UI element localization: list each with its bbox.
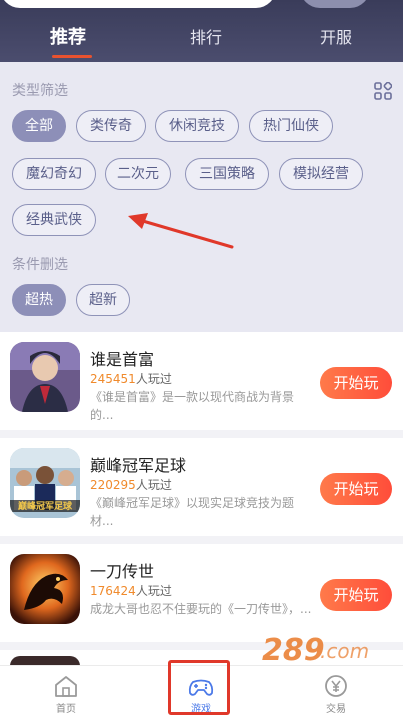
game-3-plays: 176424人玩过: [90, 584, 172, 598]
game-2-icon: 巅峰冠军足球: [10, 448, 80, 518]
search-bar[interactable]: [0, 0, 276, 8]
chip-legend[interactable]: 类传奇: [76, 110, 146, 142]
condition-filter-label: 条件删选: [12, 257, 68, 273]
game-row-2[interactable]: 巅峰冠军足球 巅峰冠军足球 220295人玩过 《巅峰冠军足球》以现实足球竞技为…: [0, 438, 403, 536]
divider: [0, 430, 403, 438]
tab-recommend[interactable]: 推荐: [50, 23, 86, 49]
filter-panel: 类型筛选 全部 类传奇 休闲竞技 热门仙侠 魔幻奇幻 二次元 三国策略 模拟经营…: [0, 62, 403, 332]
svg-text:289: 289: [262, 633, 325, 668]
chip-hot[interactable]: 超热: [12, 284, 66, 316]
tab-server-open[interactable]: 开服: [320, 24, 352, 48]
game-1-name: 谁是首富: [90, 350, 155, 369]
game-3-icon: [10, 554, 80, 624]
game-3-desc: 成龙大哥也忍不住要玩的《一刀传世》，...: [90, 602, 312, 616]
nav-trade-label: 交易: [326, 704, 346, 715]
chip-new[interactable]: 超新: [76, 284, 130, 316]
game-row-1[interactable]: 谁是首富 245451人玩过 《谁是首富》是一款以现代商战为背景的... 开始玩: [0, 332, 403, 430]
chip-three-kingdoms[interactable]: 三国策略: [185, 158, 269, 190]
game-3-play-button[interactable]: 开始玩: [320, 579, 392, 611]
chip-all[interactable]: 全部: [12, 110, 66, 142]
game-2-plays: 220295人玩过: [90, 478, 172, 492]
game-1-icon: [10, 342, 80, 412]
game-1-play-button[interactable]: 开始玩: [320, 367, 392, 399]
game-1-desc: 《谁是首富》是一款以现代商战为背景的...: [90, 390, 295, 422]
svg-text:巅峰冠军足球: 巅峰冠军足球: [17, 500, 73, 512]
home-icon: [55, 676, 77, 697]
chip-wuxia[interactable]: 经典武侠: [12, 204, 96, 236]
chip-xianxia[interactable]: 热门仙侠: [249, 110, 333, 142]
chip-fantasy[interactable]: 魔幻奇幻: [12, 158, 96, 190]
nav-trade[interactable]: 交易: [296, 666, 376, 717]
chip-casual-competitive[interactable]: 休闲竞技: [155, 110, 239, 142]
game-2-play-button[interactable]: 开始玩: [320, 473, 392, 505]
annotation-arrow-icon: [128, 213, 234, 249]
active-tab-indicator: [52, 55, 92, 58]
chip-simulation[interactable]: 模拟经营: [279, 158, 363, 190]
top-header: 推荐 排行 开服: [0, 0, 403, 62]
game-2-name: 巅峰冠军足球: [90, 456, 187, 475]
chip-anime[interactable]: 二次元: [105, 158, 171, 190]
yen-icon: [325, 675, 347, 697]
type-filter-label: 类型筛选: [12, 83, 68, 99]
divider: [0, 536, 403, 544]
game-2-desc: 《巅峰冠军足球》以现实足球竞技为题材...: [90, 496, 295, 528]
game-3-name: 一刀传世: [90, 562, 155, 581]
nav-home-label: 首页: [56, 704, 76, 715]
search-button[interactable]: [300, 0, 370, 8]
nav-home[interactable]: 首页: [26, 666, 106, 717]
annotation-highlight-box: [168, 660, 230, 715]
game-row-3[interactable]: 一刀传世 176424人玩过 成龙大哥也忍不住要玩的《一刀传世》，... 开始玩: [0, 544, 403, 642]
grid-toggle-icon[interactable]: [374, 82, 392, 100]
game-1-plays: 245451人玩过: [90, 372, 172, 386]
tab-ranking[interactable]: 排行: [190, 24, 222, 48]
svg-text:.com: .com: [320, 639, 369, 663]
